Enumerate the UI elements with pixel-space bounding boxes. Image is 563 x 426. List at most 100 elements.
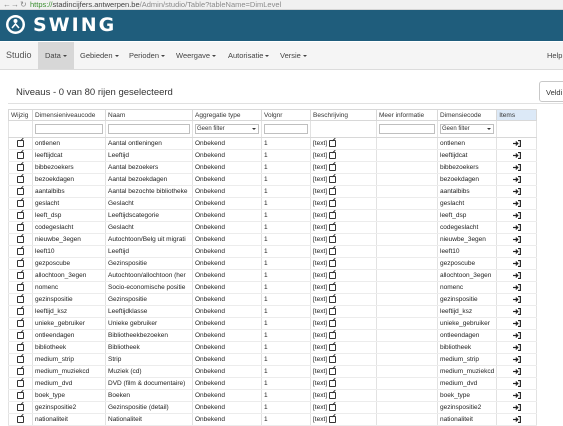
edit-icon[interactable] xyxy=(17,259,24,267)
edit-icon[interactable] xyxy=(17,199,24,207)
edit-icon[interactable] xyxy=(328,391,336,399)
edit-icon[interactable] xyxy=(328,355,336,363)
edit-icon[interactable] xyxy=(17,247,24,255)
edit-icon[interactable] xyxy=(328,187,336,195)
table-row[interactable]: medium_strip Strip Onbekend 1 [text] medium_… xyxy=(8,353,538,366)
filter-naam-input[interactable] xyxy=(108,124,190,134)
edit-icon[interactable] xyxy=(17,271,24,279)
edit-icon[interactable] xyxy=(17,415,24,423)
edit-icon[interactable] xyxy=(328,139,336,147)
menu-autorisatie[interactable]: Autorisatie xyxy=(228,42,270,69)
table-row[interactable]: leeft10 Leeftijd Onbekend 1 [text] leeft10 xyxy=(8,245,538,258)
forward-arrow-icon[interactable]: → xyxy=(11,0,19,9)
edit-icon[interactable] xyxy=(328,271,336,279)
edit-icon[interactable] xyxy=(328,343,336,351)
table-row[interactable]: leeft_dsp Leeftijdscategorie Onbekend 1 [tex… xyxy=(8,209,538,222)
sign-in-icon[interactable] xyxy=(512,247,521,255)
edit-icon[interactable] xyxy=(328,175,336,183)
sign-in-icon[interactable] xyxy=(512,319,521,327)
table-row[interactable]: codegeslacht Geslacht Onbekend 1 [text] code… xyxy=(8,221,538,234)
menu-data[interactable]: Data xyxy=(38,42,74,69)
table-row[interactable]: allochtoon_3egen Autochtoon/allochtoon (h… xyxy=(8,269,538,282)
sign-in-icon[interactable] xyxy=(512,367,521,375)
filter-dimensiecode-select[interactable]: Geen filter xyxy=(440,124,495,134)
edit-icon[interactable] xyxy=(17,331,24,339)
table-row[interactable]: gezinspositie2 Gezinspositie (detail) Onbe… xyxy=(8,401,538,414)
table-row[interactable]: bibliotheek Bibliotheek Onbekend 1 [text] bi… xyxy=(8,341,538,354)
table-row[interactable]: nieuwbe_3egen Autochtoon/Belg uit migrati… xyxy=(8,233,538,246)
edit-icon[interactable] xyxy=(328,415,336,423)
edit-icon[interactable] xyxy=(17,187,24,195)
edit-icon[interactable] xyxy=(328,283,336,291)
sign-in-icon[interactable] xyxy=(512,259,521,267)
sign-in-icon[interactable] xyxy=(512,271,521,279)
table-row[interactable]: ontleendagen Bibliotheekbezoeken Onbekend 1… xyxy=(8,329,538,342)
sign-in-icon[interactable] xyxy=(512,151,521,159)
column-header-meer-informatie[interactable]: Meer informatie xyxy=(376,109,438,121)
edit-icon[interactable] xyxy=(17,223,24,231)
edit-icon[interactable] xyxy=(328,199,336,207)
column-header-dimensieniveaucode[interactable]: Dimensieniveaucode xyxy=(32,109,106,121)
column-header-dimensiecode[interactable]: Dimensiecode xyxy=(436,109,498,121)
reload-icon[interactable]: ↻ xyxy=(20,0,27,9)
edit-icon[interactable] xyxy=(328,211,336,219)
edit-icon[interactable] xyxy=(328,235,336,243)
sign-in-icon[interactable] xyxy=(512,403,521,411)
sign-in-icon[interactable] xyxy=(512,307,521,315)
edit-icon[interactable] xyxy=(328,223,336,231)
menu-studio[interactable]: Studio xyxy=(6,42,32,69)
table-row[interactable]: nationaliteit Nationaliteit Onbekend 1 [text… xyxy=(8,413,538,426)
url-field[interactable]: https://stadincijfers.antwerpen.be/Admin… xyxy=(30,0,281,9)
sign-in-icon[interactable] xyxy=(512,355,521,363)
back-arrow-icon[interactable]: ← xyxy=(3,0,11,9)
menu-help[interactable]: Help xyxy=(547,42,562,69)
edit-icon[interactable] xyxy=(328,247,336,255)
edit-icon[interactable] xyxy=(328,319,336,327)
table-row[interactable]: leeftijd_ksz Leeftijdklasse Onbekend 1 [text… xyxy=(8,305,538,318)
sign-in-icon[interactable] xyxy=(512,391,521,399)
table-row[interactable]: gezposcube Gezinspositie Onbekend 1 [text] g… xyxy=(8,257,538,270)
table-row[interactable]: gezinspositie Gezinspositie Onbekend 1 [text… xyxy=(8,293,538,306)
table-row[interactable]: bibbezoekers Aantal bezoekers Onbekend 1 [te… xyxy=(8,161,538,174)
edit-icon[interactable] xyxy=(17,151,24,159)
filter-code-input[interactable] xyxy=(35,124,103,134)
menu-perioden[interactable]: Perioden xyxy=(129,42,166,69)
edit-icon[interactable] xyxy=(17,139,24,147)
table-row[interactable]: geslacht Geslacht Onbekend 1 [text] geslacht xyxy=(8,197,538,210)
edit-icon[interactable] xyxy=(17,163,24,171)
table-row[interactable]: boek_type Boeken Onbekend 1 [text] boek_type xyxy=(8,389,538,402)
fields-button[interactable]: Veldi xyxy=(539,81,563,102)
table-row[interactable]: leeftijdcat Leeftijd Onbekend 1 [text] leeft… xyxy=(8,149,538,162)
edit-icon[interactable] xyxy=(17,211,24,219)
filter-volgnr-input[interactable] xyxy=(264,124,308,134)
column-header-volgnr[interactable]: Volgnr xyxy=(261,109,311,121)
menu-gebieden[interactable]: Gebieden xyxy=(80,42,119,69)
edit-icon[interactable] xyxy=(328,295,336,303)
sign-in-icon[interactable] xyxy=(512,211,521,219)
edit-icon[interactable] xyxy=(17,355,24,363)
sign-in-icon[interactable] xyxy=(512,343,521,351)
filter-meer-informatie-input[interactable] xyxy=(379,124,435,134)
edit-icon[interactable] xyxy=(17,295,24,303)
sign-in-icon[interactable] xyxy=(512,187,521,195)
sign-in-icon[interactable] xyxy=(512,235,521,243)
edit-icon[interactable] xyxy=(328,307,336,315)
column-header-beschrijving[interactable]: Beschrijving xyxy=(310,109,377,121)
edit-icon[interactable] xyxy=(17,379,24,387)
edit-icon[interactable] xyxy=(17,307,24,315)
column-header-naam[interactable]: Naam xyxy=(105,109,193,121)
sign-in-icon[interactable] xyxy=(512,415,521,423)
table-row[interactable]: medium_muziekcd Muziek (cd) Onbekend 1 [text… xyxy=(8,365,538,378)
edit-icon[interactable] xyxy=(328,403,336,411)
edit-icon[interactable] xyxy=(17,343,24,351)
table-row[interactable]: ontlenen Aantal ontleningen Onbekend 1 [text… xyxy=(8,137,538,150)
table-row[interactable]: unieke_gebruiker Unieke gebruiker Onbekend… xyxy=(8,317,538,330)
sign-in-icon[interactable] xyxy=(512,199,521,207)
sign-in-icon[interactable] xyxy=(512,139,521,147)
sign-in-icon[interactable] xyxy=(512,379,521,387)
sign-in-icon[interactable] xyxy=(512,163,521,171)
sign-in-icon[interactable] xyxy=(512,295,521,303)
edit-icon[interactable] xyxy=(17,283,24,291)
edit-icon[interactable] xyxy=(17,367,24,375)
edit-icon[interactable] xyxy=(328,163,336,171)
